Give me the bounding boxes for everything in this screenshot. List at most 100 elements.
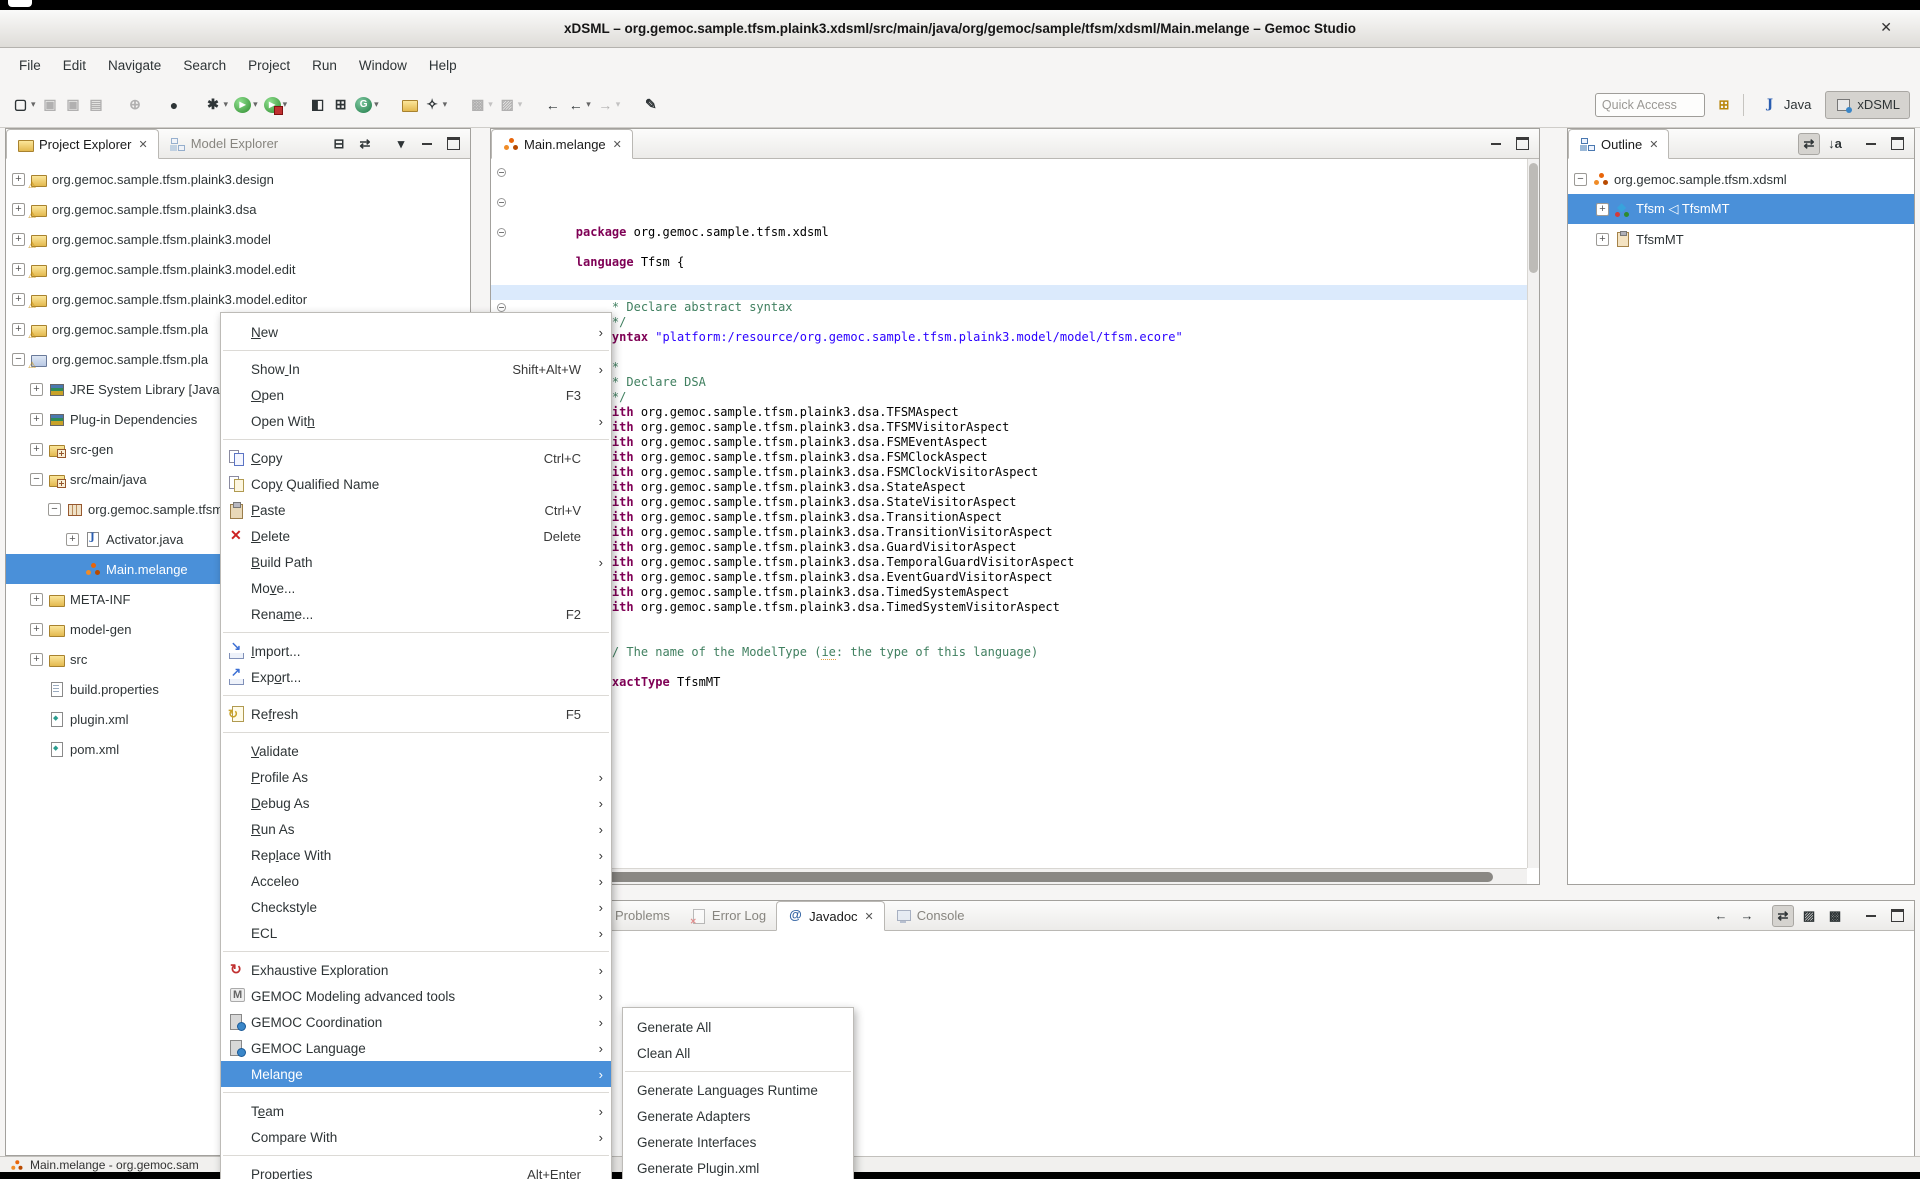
quick-access-input[interactable] <box>1595 93 1705 117</box>
dropdown-chevron-icon[interactable]: ▾ <box>224 99 229 110</box>
dropdown-chevron-icon[interactable]: ▾ <box>31 99 36 110</box>
close-icon[interactable]: ✕ <box>613 138 622 151</box>
fold-icon[interactable] <box>497 168 506 177</box>
minimize-button[interactable] <box>1860 905 1882 927</box>
expander-icon[interactable]: + <box>30 413 43 426</box>
maximize-button[interactable] <box>1511 133 1533 155</box>
expander-icon[interactable]: + <box>12 263 25 276</box>
expander-icon[interactable]: − <box>30 473 43 486</box>
print-button[interactable]: ▤ <box>86 92 107 118</box>
dropdown-chevron-icon[interactable]: ▾ <box>283 99 288 110</box>
link-with-editor-button[interactable]: ⇄ <box>354 133 376 155</box>
menu-item[interactable]: Delete Delete › <box>221 523 611 549</box>
sort-button[interactable]: ↓a <box>1824 133 1846 155</box>
menu-item[interactable]: Melange › <box>221 1061 611 1087</box>
fold-icon[interactable] <box>497 303 506 312</box>
menu-item[interactable]: GEMOC Language › <box>221 1035 611 1061</box>
menubar-item[interactable]: Navigate <box>97 52 172 79</box>
expander-icon[interactable]: + <box>12 173 25 186</box>
external-tools-button[interactable]: ⊕ <box>125 92 146 118</box>
tree-item[interactable]: + org.gemoc.sample.tfsm.plaink3.model.ed… <box>6 254 470 284</box>
menu-item[interactable]: Build Path › <box>221 549 611 575</box>
menu-item[interactable]: Open F3 › <box>221 382 611 408</box>
expander-icon[interactable]: + <box>12 203 25 216</box>
menu-item[interactable]: ECL › <box>221 920 611 946</box>
menu-item[interactable]: GEMOC Modeling advanced tools › <box>221 983 611 1009</box>
mark-occurrences-button[interactable]: ✎ <box>640 92 661 118</box>
new-wizard-button[interactable]: ▢ ▾ <box>10 92 38 118</box>
dropdown-chevron-icon[interactable]: ▾ <box>616 99 621 110</box>
forward-history-button[interactable]: → ▾ <box>595 92 623 118</box>
menu-item[interactable]: Checkstyle › <box>221 894 611 920</box>
expander-icon[interactable]: − <box>48 503 61 516</box>
menu-item[interactable]: GEMOC Coordination › <box>221 1009 611 1035</box>
tree-item[interactable]: + org.gemoc.sample.tfsm.plaink3.design <box>6 164 470 194</box>
new-package-button[interactable]: ⊞ <box>330 92 351 118</box>
annotation-next-button[interactable]: ▨ ▾ <box>497 92 525 118</box>
collapse-all-button[interactable]: ⊟ <box>328 133 350 155</box>
submenu-item[interactable]: Generate Adapters <box>623 1103 853 1129</box>
expander-icon[interactable]: + <box>30 593 43 606</box>
new-class-button[interactable]: G ▾ <box>353 92 381 118</box>
expander-icon[interactable]: + <box>30 383 43 396</box>
dropdown-chevron-icon[interactable]: ▾ <box>488 99 493 110</box>
link-with-editor-button[interactable]: ⇄ <box>1772 905 1794 927</box>
maximize-button[interactable] <box>1886 133 1908 155</box>
view-menu-button[interactable]: ▾ <box>390 133 412 155</box>
expander-icon[interactable]: + <box>30 653 43 666</box>
menubar-item[interactable]: Window <box>348 52 418 79</box>
menu-item[interactable]: Show In Shift+Alt+W › <box>221 356 611 382</box>
maximize-button[interactable] <box>1886 905 1908 927</box>
tree-item[interactable]: + org.gemoc.sample.tfsm.plaink3.model <box>6 224 470 254</box>
submenu-item[interactable]: Generate Plugin.xml <box>623 1155 853 1179</box>
expander-icon[interactable]: + <box>1596 233 1609 246</box>
menu-item[interactable]: Compare With › <box>221 1124 611 1150</box>
menu-item[interactable]: Paste Ctrl+V › <box>221 497 611 523</box>
menubar-item[interactable]: Project <box>237 52 301 79</box>
expander-icon[interactable]: + <box>30 443 43 456</box>
menubar-item[interactable]: Help <box>418 52 468 79</box>
tab[interactable]: Project Explorer ✕ <box>6 129 159 159</box>
maximize-button[interactable] <box>442 133 464 155</box>
run-button[interactable]: ▶ ▾ <box>232 92 260 118</box>
expander-icon[interactable]: + <box>12 233 25 246</box>
vscroll-thumb[interactable] <box>1529 163 1538 273</box>
expander-icon[interactable]: + <box>30 623 43 636</box>
link-with-editor-button[interactable]: ⇄ <box>1798 133 1820 155</box>
menu-item[interactable]: Team › <box>221 1098 611 1124</box>
tab[interactable]: Outline ✕ <box>1568 129 1669 159</box>
menubar-item[interactable]: File <box>8 52 52 79</box>
last-edit-location-button[interactable]: ← <box>542 92 563 118</box>
submenu-item[interactable]: Generate All <box>623 1014 853 1040</box>
menu-item[interactable]: Move... › <box>221 575 611 601</box>
annotation-prev-button[interactable]: ▩ ▾ <box>467 92 495 118</box>
expander-icon[interactable]: + <box>66 533 79 546</box>
open-perspective-button[interactable]: ⊞ <box>1713 94 1735 116</box>
window-close-icon[interactable]: ✕ <box>1880 19 1892 36</box>
expander-icon[interactable]: − <box>1574 173 1587 186</box>
save-button[interactable]: ▣ <box>40 92 61 118</box>
menu-item[interactable]: Replace With › <box>221 842 611 868</box>
menubar-item[interactable]: Run <box>301 52 348 79</box>
outline-item[interactable]: − org.gemoc.sample.tfsm.xdsml <box>1568 164 1914 194</box>
menu-item[interactable]: Exhaustive Exploration › <box>221 957 611 983</box>
dropdown-chevron-icon[interactable]: ▾ <box>253 99 258 110</box>
back-history-button[interactable]: ← ▾ <box>565 92 593 118</box>
forward-button[interactable]: → <box>1736 905 1758 927</box>
menu-item[interactable]: Acceleo › <box>221 868 611 894</box>
menu-item[interactable]: Open With › <box>221 408 611 434</box>
close-icon[interactable]: ✕ <box>138 138 147 151</box>
dropdown-chevron-icon[interactable]: ▾ <box>374 99 379 110</box>
search-button[interactable]: ✧ ▾ <box>422 92 450 118</box>
perspective-java-button[interactable]: Java <box>1752 91 1821 119</box>
expander-icon[interactable]: − <box>12 353 25 366</box>
debug-button[interactable]: ✱ ▾ <box>203 92 231 118</box>
menu-item[interactable]: Refresh F5 › <box>221 701 611 727</box>
menu-item[interactable]: Rename... F2 › <box>221 601 611 627</box>
open-console-button[interactable]: ▩ <box>1824 905 1846 927</box>
dropdown-chevron-icon[interactable]: ▾ <box>586 99 591 110</box>
menu-item[interactable]: Import... › <box>221 638 611 664</box>
minimize-button[interactable] <box>416 133 438 155</box>
open-type-button[interactable] <box>399 92 420 118</box>
menubar-item[interactable]: Edit <box>52 52 97 79</box>
